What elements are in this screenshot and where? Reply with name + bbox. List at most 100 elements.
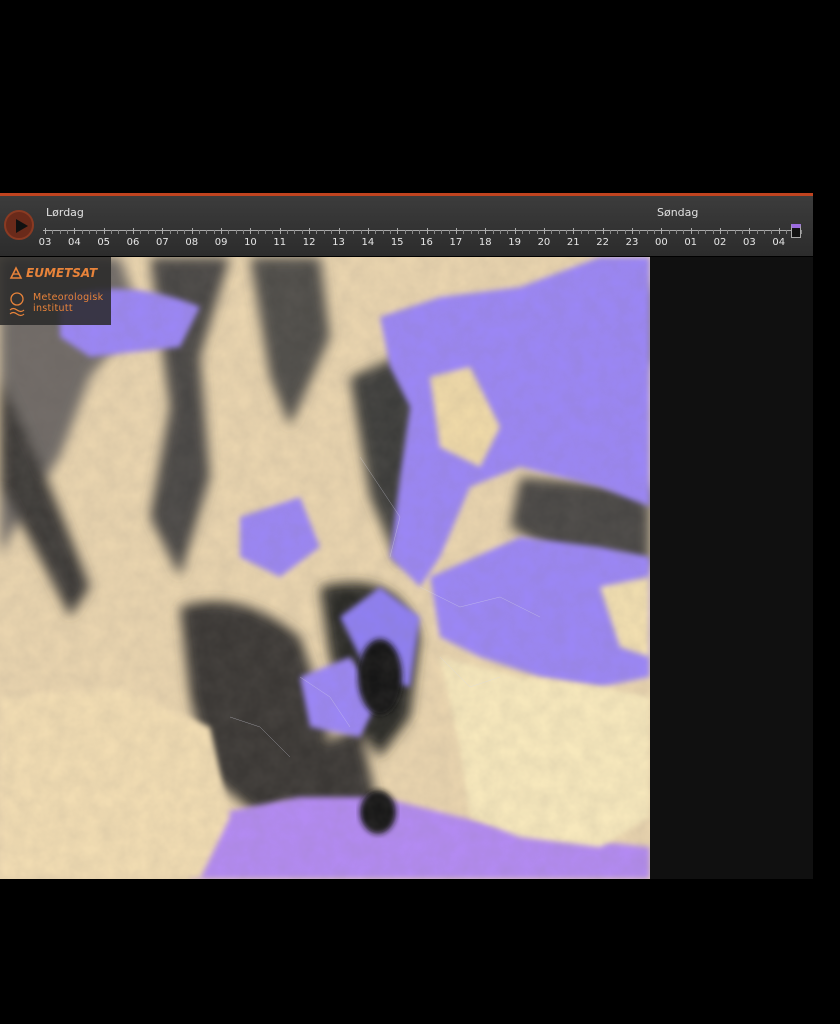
minor-tick <box>705 230 707 234</box>
minor-tick <box>756 230 758 234</box>
time-ruler[interactable] <box>43 228 802 236</box>
minor-tick <box>470 230 472 234</box>
satellite-map[interactable] <box>0 257 650 879</box>
hour-tick <box>602 228 604 234</box>
hour-label: 08 <box>185 237 199 248</box>
hour-label: 05 <box>97 237 111 248</box>
hour-tick <box>279 228 281 234</box>
minor-tick <box>529 230 531 234</box>
hour-tick <box>749 228 751 234</box>
hour-label: 07 <box>156 237 169 248</box>
ruler-line <box>43 230 801 231</box>
hour-label: 03 <box>38 237 52 248</box>
minor-tick <box>441 230 443 234</box>
minor-tick <box>646 230 648 234</box>
minor-tick <box>565 230 567 234</box>
minor-tick <box>265 230 267 234</box>
hour-tick <box>720 228 722 234</box>
minor-tick <box>89 230 91 234</box>
met-logo-icon <box>9 292 25 317</box>
minor-tick <box>404 230 406 234</box>
minor-tick <box>125 230 127 234</box>
minor-tick <box>228 230 230 234</box>
minor-tick <box>668 230 670 234</box>
minor-tick <box>609 230 611 234</box>
minor-tick <box>140 230 142 234</box>
met-logo-line1: Meteorologisk <box>33 292 104 303</box>
hour-tick <box>426 228 428 234</box>
minor-tick <box>551 230 553 234</box>
hour-label: 18 <box>478 237 492 248</box>
minor-tick <box>499 230 501 234</box>
minor-tick <box>676 230 678 234</box>
minor-tick <box>463 230 465 234</box>
minor-tick <box>617 230 619 234</box>
minor-tick <box>301 230 303 234</box>
minor-tick <box>206 230 208 234</box>
day-label-start: Lørdag <box>46 206 84 219</box>
hour-tick <box>778 228 780 234</box>
hour-label: 12 <box>302 237 316 248</box>
minor-tick <box>492 230 494 234</box>
minor-tick <box>742 230 744 234</box>
hour-tick <box>485 228 487 234</box>
minor-tick <box>654 230 655 234</box>
minor-tick <box>419 230 421 234</box>
day-label-end: Søndag <box>657 206 699 219</box>
eumetsat-logo-icon <box>9 266 23 279</box>
hour-tick <box>397 228 399 234</box>
hour-label: 19 <box>508 237 521 248</box>
play-button[interactable] <box>4 210 34 240</box>
minor-tick <box>155 230 157 234</box>
met-logo-text: Meteorologisk institutt <box>33 292 103 314</box>
hour-tick <box>573 228 575 234</box>
minor-tick <box>67 230 68 234</box>
eumetsat-logo-text: EUMETSAT <box>26 266 98 280</box>
satellite-image <box>0 257 650 879</box>
hour-tick <box>162 228 164 234</box>
minor-tick <box>764 230 766 234</box>
hour-tick <box>690 228 692 234</box>
minor-tick <box>52 230 54 234</box>
minor-tick <box>81 230 83 234</box>
hour-label: 11 <box>273 237 287 248</box>
timeline-bar: Lørdag Søndag 03 04 05 06 07 08 09 10 11 12 13 14 15… <box>0 196 813 256</box>
minor-tick <box>771 230 773 234</box>
hour-label: 17 <box>449 237 463 248</box>
minor-tick <box>433 230 435 234</box>
hour-tick <box>338 228 340 234</box>
hour-label: 02 <box>713 237 727 248</box>
minor-tick <box>558 230 560 234</box>
minor-tick <box>323 230 325 234</box>
minor-tick <box>111 230 113 234</box>
minor-tick <box>734 230 736 234</box>
minor-tick <box>345 230 347 234</box>
minor-tick <box>411 230 413 234</box>
minor-tick <box>639 230 641 234</box>
minor-tick <box>360 230 362 234</box>
hour-label: 04 <box>772 237 786 248</box>
minor-tick <box>595 230 597 234</box>
minor-tick <box>536 230 538 234</box>
hour-label: 20 <box>537 237 551 248</box>
hour-tick <box>74 228 76 234</box>
time-slider-handle[interactable] <box>791 224 801 238</box>
minor-tick <box>243 230 245 234</box>
minor-tick <box>96 230 98 234</box>
hour-tick <box>133 228 135 234</box>
minor-tick <box>375 230 377 234</box>
hour-tick <box>221 228 223 234</box>
hour-tick <box>514 228 516 234</box>
minor-tick <box>727 230 729 234</box>
hour-label: 03 <box>743 237 756 248</box>
hour-tick <box>191 228 193 234</box>
hour-tick <box>367 228 369 234</box>
minor-tick <box>59 230 61 234</box>
minor-tick <box>389 230 391 234</box>
play-icon <box>16 219 28 233</box>
hour-label: 15 <box>390 237 404 248</box>
met-logo-line2: institutt <box>33 303 73 314</box>
minor-tick <box>786 230 788 234</box>
hour-label: 22 <box>596 237 610 248</box>
hour-label: 16 <box>420 237 433 248</box>
